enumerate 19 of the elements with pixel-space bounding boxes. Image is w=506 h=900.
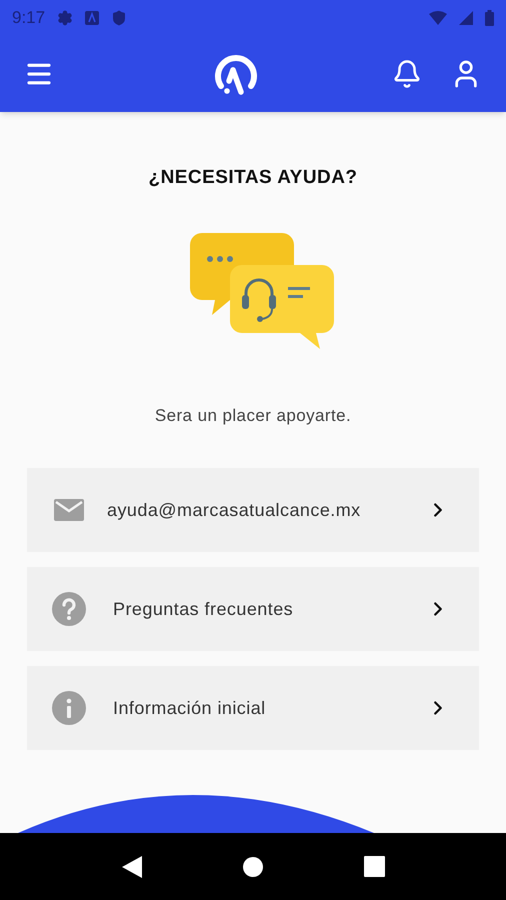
help-option[interactable]: Preguntas frecuentes xyxy=(27,567,479,651)
help-option[interactable]: Información inicial xyxy=(27,666,479,750)
envelope-icon xyxy=(54,499,84,521)
battery-icon xyxy=(485,10,494,26)
help-option[interactable]: ayuda@marcasatualcance.mx xyxy=(27,468,479,552)
settings-icon xyxy=(57,10,74,26)
info-icon xyxy=(52,691,86,725)
question-icon xyxy=(52,592,86,626)
signal-icon xyxy=(459,10,473,24)
recents-button[interactable] xyxy=(364,856,384,877)
home-button[interactable] xyxy=(242,856,264,878)
back-button[interactable] xyxy=(122,856,142,878)
wifi-icon xyxy=(429,10,447,24)
status-time: 9:17 xyxy=(12,6,46,29)
help-subtitle: Sera un placer apoyarte. xyxy=(154,404,352,426)
help-title: ¿NECESITAS AYUDA? xyxy=(148,166,358,190)
app-badge-icon xyxy=(85,10,100,24)
notifications-button[interactable] xyxy=(392,58,422,88)
shield-icon xyxy=(111,10,128,26)
